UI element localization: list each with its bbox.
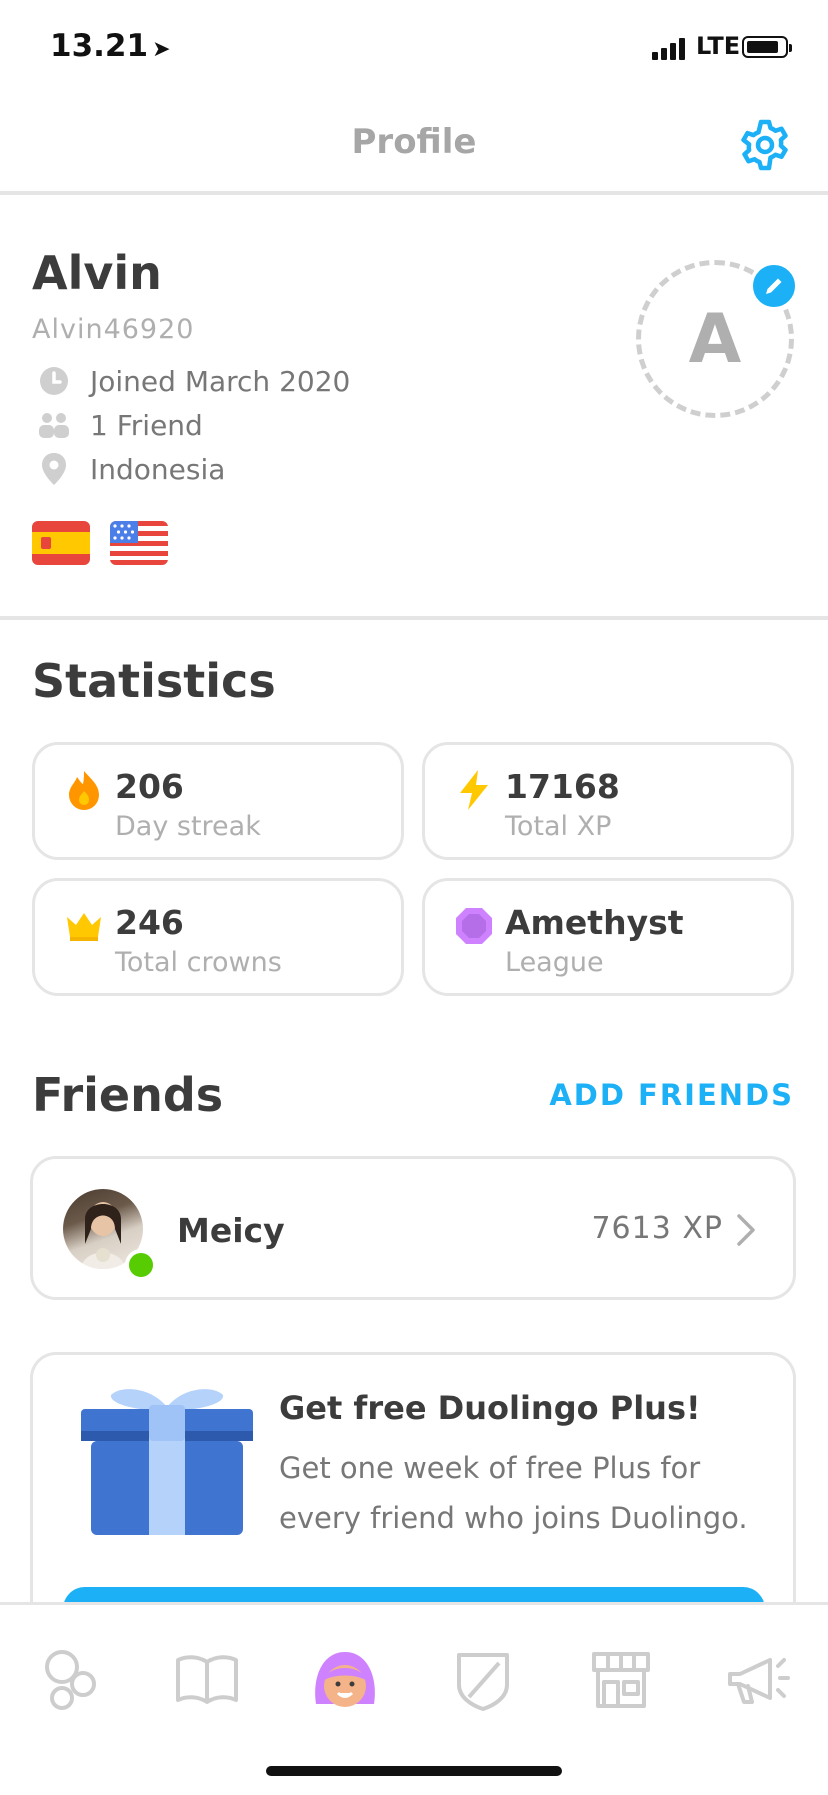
profile-username: Alvin46920 — [32, 314, 195, 345]
leaderboard-icon — [457, 1653, 509, 1711]
stat-total-xp: 17168 Total XP — [422, 742, 794, 860]
clock-icon — [38, 365, 70, 397]
usa-flag-icon[interactable] — [110, 521, 168, 565]
joined-date: Joined March 2020 — [90, 364, 351, 398]
shop-icon — [592, 1652, 650, 1708]
tab-shop[interactable] — [586, 1645, 656, 1715]
stat-day-streak: 206 Day streak — [32, 742, 404, 860]
pencil-icon — [766, 278, 782, 294]
profile-name: Alvin — [32, 246, 162, 300]
flame-icon — [69, 771, 99, 810]
chevron-right-icon — [737, 1214, 755, 1246]
gear-icon[interactable] — [738, 118, 792, 172]
battery-icon — [742, 36, 792, 58]
stat-value: 246 — [115, 903, 184, 942]
friends-count: 1 Friend — [90, 408, 203, 442]
promo-body: Get one week of free Plus for every frie… — [279, 1451, 748, 1535]
amethyst-icon — [456, 908, 492, 944]
friends-count-row: 1 Friend — [38, 405, 203, 445]
online-status-dot — [125, 1249, 157, 1281]
stories-icon — [176, 1655, 238, 1704]
spain-flag-icon[interactable] — [32, 521, 90, 565]
statistics-title: Statistics — [32, 654, 276, 708]
location-pin-icon — [38, 453, 70, 485]
stat-label: League — [505, 947, 604, 978]
profile-divider — [0, 616, 828, 620]
learn-icon — [45, 1650, 96, 1710]
page-title: Profile — [351, 122, 477, 162]
location-arrow-icon: ➤ — [152, 37, 171, 62]
location: Indonesia — [90, 452, 226, 486]
stat-label: Day streak — [115, 811, 261, 842]
lightning-icon — [460, 770, 488, 810]
crown-icon — [67, 913, 101, 941]
joined-row: Joined March 2020 — [38, 361, 350, 401]
friends-title: Friends — [32, 1068, 224, 1122]
stat-label: Total XP — [505, 811, 612, 842]
edit-avatar-button[interactable] — [750, 262, 798, 310]
status-time: 13.21 ➤ — [50, 28, 171, 64]
avatar-letter: A — [688, 299, 742, 379]
tab-stories[interactable] — [172, 1645, 242, 1715]
stat-label: Total crowns — [115, 947, 282, 978]
add-friends-button[interactable]: ADD FRIENDS — [549, 1078, 794, 1112]
friend-name: Meicy — [177, 1211, 285, 1250]
friend-xp: 7613 XP — [591, 1211, 723, 1246]
network-type: LTE — [696, 32, 741, 60]
stat-total-crowns: 246 Total crowns — [32, 878, 404, 996]
news-icon — [728, 1658, 790, 1704]
stat-value: 17168 — [505, 767, 620, 806]
tab-news[interactable] — [724, 1645, 794, 1715]
stat-value: Amethyst — [505, 903, 684, 942]
promo-title: Get free Duolingo Plus! — [279, 1389, 701, 1427]
stat-league[interactable]: Amethyst League — [422, 878, 794, 996]
signal-icon — [652, 38, 685, 60]
header-divider — [0, 191, 828, 195]
home-indicator — [266, 1766, 562, 1776]
profile-icon — [315, 1652, 375, 1707]
tab-learn[interactable] — [34, 1645, 104, 1715]
gift-icon — [81, 1389, 253, 1535]
tab-profile[interactable] — [310, 1645, 380, 1715]
location-row: Indonesia — [38, 449, 225, 489]
tab-leaderboard[interactable] — [448, 1645, 518, 1715]
people-icon — [38, 409, 70, 441]
stat-value: 206 — [115, 767, 184, 806]
friend-row[interactable]: Meicy 7613 XP — [30, 1156, 796, 1300]
